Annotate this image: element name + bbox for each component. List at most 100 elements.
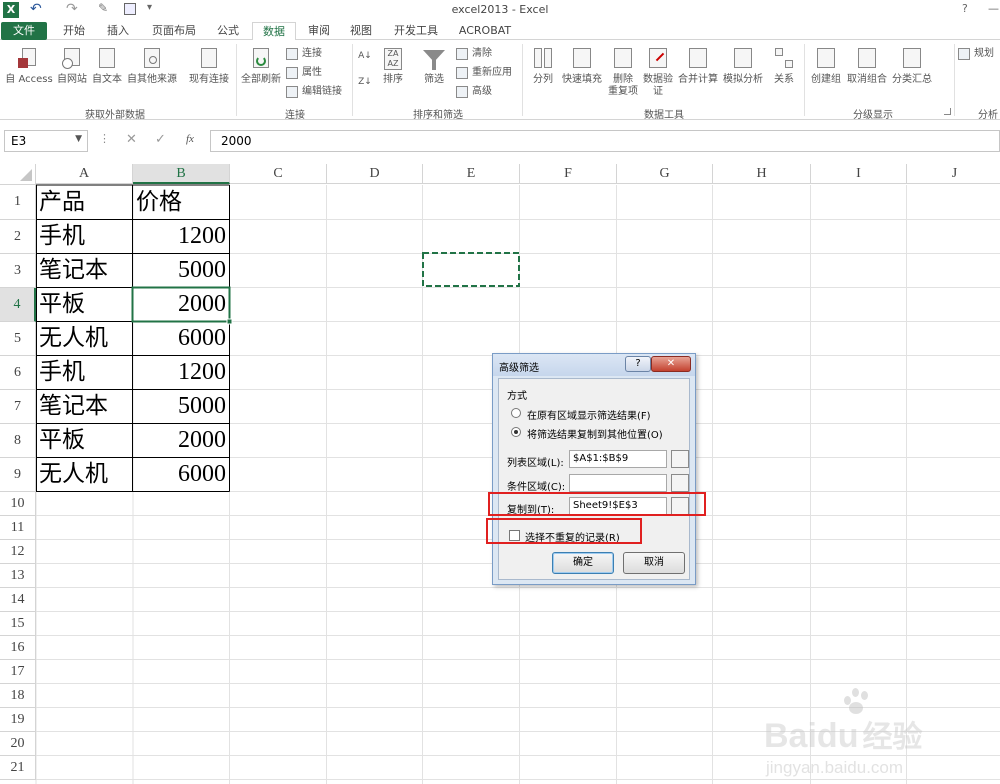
cell-a4[interactable]: 平板 (39, 288, 85, 320)
from-text-button[interactable]: 自文本 (90, 46, 124, 86)
row-header-11[interactable]: 11 (0, 516, 36, 540)
row-header-5[interactable]: 5 (0, 322, 36, 356)
advanced-button[interactable]: 高级 (456, 84, 492, 100)
ungroup-button[interactable]: 取消组合 (844, 46, 890, 86)
list-range-input[interactable]: $A$1:$B$9 (569, 450, 667, 468)
row-header-14[interactable]: 14 (0, 588, 36, 612)
column-header-e[interactable]: E (423, 164, 520, 184)
cell-b6[interactable]: 1200 (133, 356, 229, 388)
row-header-19[interactable]: 19 (0, 708, 36, 732)
tab-formulas[interactable]: 公式 (208, 22, 248, 40)
row-header-4[interactable]: 4 (0, 288, 36, 322)
cell-a6[interactable]: 手机 (39, 356, 85, 388)
name-box[interactable]: E3 ▼ (4, 130, 88, 152)
select-all-corner[interactable] (0, 164, 36, 185)
radio-copy-to[interactable] (511, 427, 521, 437)
row-header-1[interactable]: 1 (0, 185, 36, 220)
radio-copy-to-label[interactable]: 将筛选结果复制到其他位置(O) (527, 426, 663, 441)
row-header-20[interactable]: 20 (0, 732, 36, 756)
column-header-i[interactable]: I (811, 164, 907, 184)
cell-b5[interactable]: 6000 (133, 322, 229, 354)
list-range-picker-icon[interactable] (671, 450, 689, 468)
radio-in-place[interactable] (511, 408, 521, 418)
cell-a5[interactable]: 无人机 (39, 322, 108, 354)
cell-a2[interactable]: 手机 (39, 220, 85, 252)
cell-b2[interactable]: 1200 (133, 220, 229, 252)
sort-az-button[interactable]: A↓ (356, 50, 374, 62)
solver-button[interactable]: 规划求 (958, 46, 1000, 62)
column-header-h[interactable]: H (713, 164, 811, 184)
refresh-all-button[interactable]: 全部刷新 (238, 46, 284, 86)
criteria-range-picker-icon[interactable] (671, 474, 689, 492)
row-header-15[interactable]: 15 (0, 612, 36, 636)
row-header-6[interactable]: 6 (0, 356, 36, 390)
column-header-f[interactable]: F (520, 164, 617, 184)
from-access-button[interactable]: 自 Access (4, 46, 54, 86)
cell-a9[interactable]: 无人机 (39, 458, 108, 490)
filter-button[interactable]: 筛选 (418, 46, 450, 86)
row-header-13[interactable]: 13 (0, 564, 36, 588)
column-header-a[interactable]: A (36, 164, 133, 184)
cell-b9[interactable]: 6000 (133, 458, 229, 490)
radio-in-place-label[interactable]: 在原有区域显示筛选结果(F) (527, 407, 651, 422)
enter-icon[interactable]: ✓ (155, 132, 166, 147)
clear-button[interactable]: 清除 (456, 46, 492, 62)
dialog-close-button[interactable]: ✕ (651, 356, 691, 372)
column-header-b[interactable]: B (133, 164, 230, 184)
tab-acrobat[interactable]: ACROBAT (452, 22, 518, 40)
from-other-button[interactable]: 自其他来源 (124, 46, 180, 86)
group-button[interactable]: 创建组 (808, 46, 844, 86)
row-header-8[interactable]: 8 (0, 424, 36, 458)
cell-a1[interactable]: 产品 (39, 186, 85, 218)
flash-fill-button[interactable]: 快速填充 (560, 46, 604, 86)
row-header-10[interactable]: 10 (0, 492, 36, 516)
column-header-g[interactable]: G (617, 164, 713, 184)
tab-page-layout[interactable]: 页面布局 (144, 22, 204, 40)
tab-file[interactable]: 文件 (1, 22, 47, 40)
row-header-18[interactable]: 18 (0, 684, 36, 708)
cancel-icon[interactable]: ✕ (126, 132, 137, 147)
relationships-button[interactable]: 关系 (768, 46, 800, 86)
tab-developer[interactable]: 开发工具 (388, 22, 444, 40)
cell-a7[interactable]: 笔记本 (39, 390, 108, 422)
text-to-columns-button[interactable]: 分列 (528, 46, 558, 86)
tab-data[interactable]: 数据 (252, 22, 296, 41)
tab-view[interactable]: 视图 (342, 22, 380, 40)
formula-input[interactable]: 2000 (210, 130, 1000, 152)
consolidate-button[interactable]: 合并计算 (676, 46, 720, 86)
reapply-button[interactable]: 重新应用 (456, 65, 512, 81)
edit-links-button[interactable]: 编辑链接 (286, 84, 342, 100)
minimize-button[interactable]: — (988, 2, 999, 15)
row-header-17[interactable]: 17 (0, 660, 36, 684)
criteria-range-input[interactable] (569, 474, 667, 492)
row-header-3[interactable]: 3 (0, 254, 36, 288)
row-header-7[interactable]: 7 (0, 390, 36, 424)
row-header-2[interactable]: 2 (0, 220, 36, 254)
row-header-21[interactable]: 21 (0, 756, 36, 780)
cell-b7[interactable]: 5000 (133, 390, 229, 422)
row-header-16[interactable]: 16 (0, 636, 36, 660)
sort-za-button[interactable]: Z↓ (356, 76, 374, 88)
sort-button[interactable]: ZA AZ 排序 (378, 46, 408, 86)
what-if-button[interactable]: 模拟分析 (720, 46, 766, 86)
row-header-12[interactable]: 12 (0, 540, 36, 564)
tab-insert[interactable]: 插入 (98, 22, 138, 40)
column-header-d[interactable]: D (327, 164, 423, 184)
existing-connections-button[interactable]: 现有连接 (186, 46, 232, 86)
ok-button[interactable]: 确定 (552, 552, 614, 574)
remove-duplicates-button[interactable]: 删除 重复项 (606, 46, 640, 98)
row-header-9[interactable]: 9 (0, 458, 36, 492)
properties-button[interactable]: 属性 (286, 65, 322, 81)
tab-home[interactable]: 开始 (54, 22, 94, 40)
column-header-j[interactable]: J (907, 164, 1000, 184)
column-header-c[interactable]: C (230, 164, 327, 184)
cell-a8[interactable]: 平板 (39, 424, 85, 456)
insert-function-icon[interactable]: fx (186, 133, 194, 145)
cancel-button[interactable]: 取消 (623, 552, 685, 574)
cell-b1[interactable]: 价格 (136, 186, 182, 218)
outline-dialog-launcher-icon[interactable] (944, 108, 951, 115)
dialog-help-button[interactable]: ? (625, 356, 651, 372)
connections-button[interactable]: 连接 (286, 46, 322, 62)
tab-review[interactable]: 审阅 (300, 22, 338, 40)
from-web-button[interactable]: 自网站 (55, 46, 89, 86)
